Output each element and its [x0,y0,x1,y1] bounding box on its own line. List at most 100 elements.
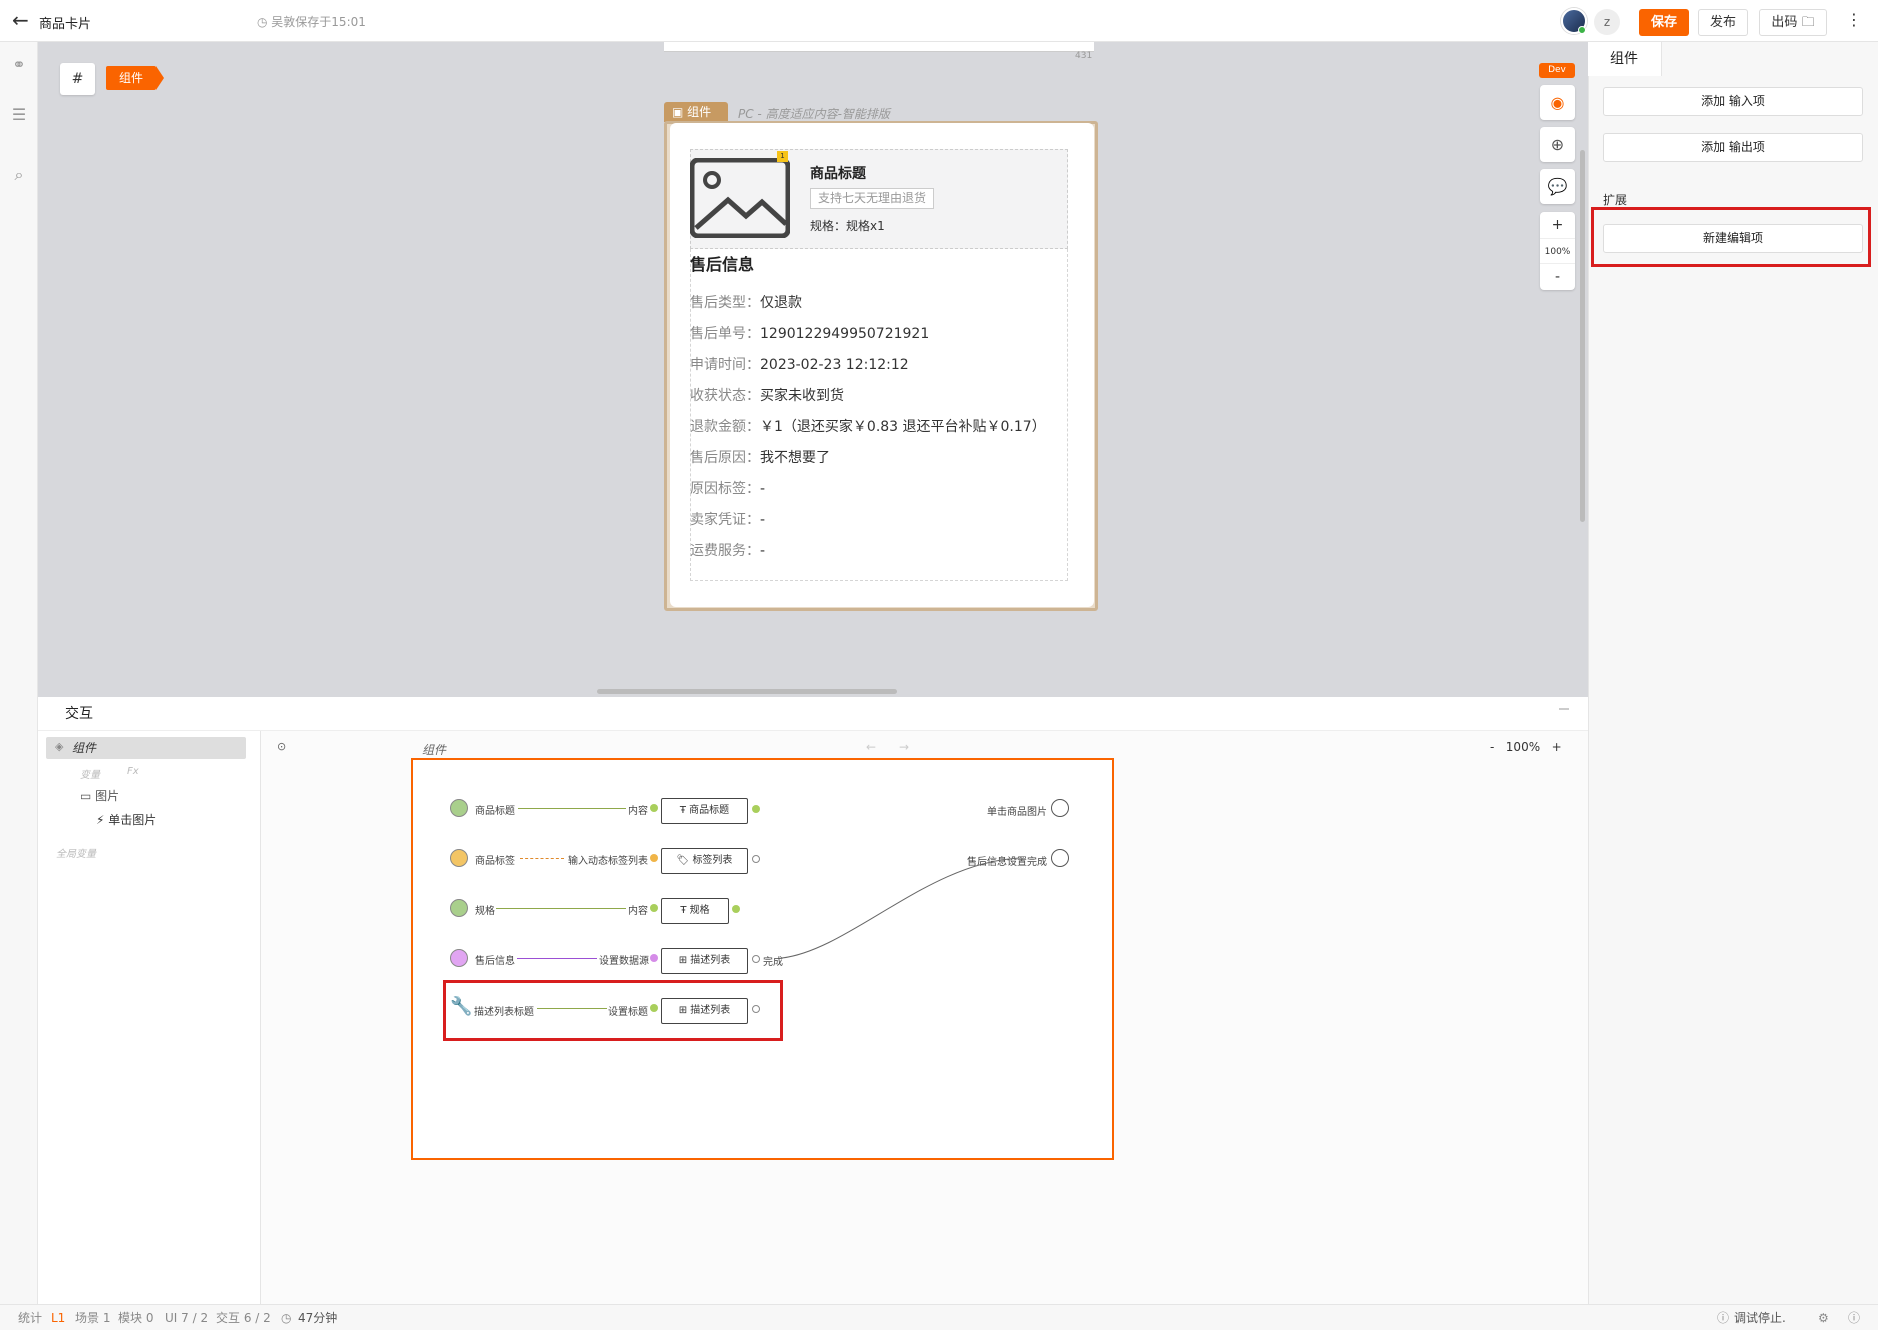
add-output-button[interactable]: 添加 输出项 [1603,133,1863,162]
cube-icon: ◈ [55,740,64,753]
locate-icon[interactable]: ⊙ [277,740,286,753]
graph-node[interactable]: Ŧ 商品标题 [661,798,748,824]
graph-node[interactable]: ⊞ 描述列表 [661,948,748,974]
dev-badge: Dev [1539,63,1575,78]
input-pin[interactable] [450,849,468,867]
tree-item-click-image[interactable]: ⚡ 单击图片 [96,811,156,828]
export-code-button[interactable]: 出码 🗀 [1759,9,1827,36]
canvas-vertical-scrollbar[interactable] [1580,150,1585,522]
redo-arrow-icon[interactable]: → [899,740,909,754]
after-sale-row: 卖家凭证：- [690,509,765,529]
canvas-zoom-control: + 100% - [1540,212,1575,290]
add-input-button[interactable]: 添加 输入项 [1603,87,1863,116]
connection-line[interactable] [520,858,564,859]
input-pin[interactable] [450,949,468,967]
row-value: 1290122949950721921 [760,326,930,342]
elapsed-time: 47分钟 [298,1311,338,1325]
component-tag[interactable]: ▣ 组件 [664,102,728,122]
text-icon: Ŧ [679,805,686,816]
output-port[interactable] [752,855,760,863]
graph-node[interactable]: Ŧ 规格 [661,898,729,924]
row-key: 原因标签： [690,481,760,497]
lightning-icon: ⚡ [96,813,105,827]
play-icon[interactable]: ◉ [1540,85,1575,120]
node-label: 商品标题 [689,805,730,816]
row-key: 退款金额： [690,419,760,435]
row-value: - [760,512,766,528]
input-pin[interactable] [450,799,468,817]
output-pin[interactable] [1051,799,1069,817]
connection-line[interactable] [496,908,626,909]
clock-icon: ◷ [281,1311,292,1325]
input-port[interactable] [650,904,658,912]
undo-arrow-icon[interactable]: ← [866,740,876,754]
scene-count: 场景 1 [75,1311,111,1325]
canvas-horizontal-scrollbar[interactable] [597,689,897,694]
image-icon: ▭ [80,789,92,803]
add-circle-icon[interactable]: ⊕ [1540,127,1575,162]
zoom-in-button[interactable]: + [1540,212,1575,238]
component-subtitle: PC - 高度适应内容-智能排版 [738,107,890,121]
save-button[interactable]: 保存 [1639,9,1689,36]
input-label: 规格 [475,906,495,917]
tree-item-image[interactable]: ▭ 图片 [80,787,119,804]
more-menu-icon[interactable]: ⋮ [1846,10,1862,29]
input-port[interactable] [650,854,658,862]
user-initial-avatar[interactable]: z [1594,9,1620,35]
row-value: 2023-02-23 12:12:12 [760,357,909,373]
settings-icon[interactable]: ⚙ [1818,1305,1829,1331]
tree-fx[interactable]: Fx [127,766,139,777]
graph-node[interactable]: 🏷 标签列表 [661,848,748,874]
input-port[interactable] [650,954,658,962]
graph-zoom-in[interactable]: + [1552,740,1562,754]
completion-connection-curve[interactable] [760,850,1060,965]
history-icon[interactable]: ☰ [9,105,29,125]
tree-image-label: 图片 [95,789,120,803]
input-port[interactable] [650,804,658,812]
tab-component[interactable]: 组件 [1588,42,1662,76]
zoom-out-button[interactable]: - [1540,264,1575,290]
output-port[interactable] [752,805,760,813]
component-icon: ▣ [672,105,684,119]
input-label: 商品标题 [475,806,515,817]
row-key: 售后单号： [690,326,760,342]
back-arrow-icon[interactable]: ← [12,10,29,30]
help-icon[interactable]: ⓘ [1848,1305,1860,1331]
input-label: 售后信息 [475,956,515,967]
image-placeholder-icon[interactable] [690,158,790,238]
output-port[interactable] [732,905,740,913]
hash-button[interactable]: # [60,63,95,95]
autosave-text: 吴敦保存于15:01 [271,15,366,29]
after-sale-row: 收获状态：买家未收到货 [690,385,844,405]
module-count: 模块 0 [118,1311,154,1325]
row-value: 我不想要了 [760,450,830,466]
left-tool-rail: ⚭ ☰ ⌕ [0,42,38,1304]
graph-zoom-level: 100% [1505,740,1541,754]
stats-label: 统计 [18,1311,43,1325]
connector-icon[interactable]: ⚭ [9,55,29,75]
publish-button[interactable]: 发布 [1698,9,1748,36]
row-key: 申请时间： [690,357,760,373]
input-label: 商品标签 [475,856,515,867]
after-sale-row: 售后单号：1290122949950721921 [690,323,929,343]
output-port[interactable] [752,955,760,963]
search-icon[interactable]: ⌕ [9,165,29,185]
after-sale-row: 售后类型：仅退款 [690,292,802,312]
connection-line[interactable] [517,958,597,959]
comment-icon[interactable]: 💬 [1540,169,1575,204]
input-pin[interactable] [450,899,468,917]
tree-variable[interactable]: 变量 [80,766,100,781]
row-key: 售后类型： [690,295,760,311]
tag-icon: 🏷 [676,855,690,866]
graph-zoom-control: - 100% + [1490,740,1562,754]
after-sale-title: 售后信息 [690,255,755,274]
tree-global-variable[interactable]: 全局变量 [56,845,96,860]
output-label: 单击商品图片 [987,807,1047,818]
connection-line[interactable] [518,808,626,809]
collapse-panel-icon[interactable] [1559,708,1569,710]
top-bar: ← 商品卡片 ◷ 吴敦保存于15:01 z 保存 发布 出码 🗀 ⋮ [0,0,1878,42]
component-breadcrumb[interactable]: 组件 [106,66,156,90]
row-key: 运费服务： [690,543,760,559]
graph-zoom-out[interactable]: - [1490,740,1494,754]
tree-item-component[interactable]: 组件 [46,737,246,759]
